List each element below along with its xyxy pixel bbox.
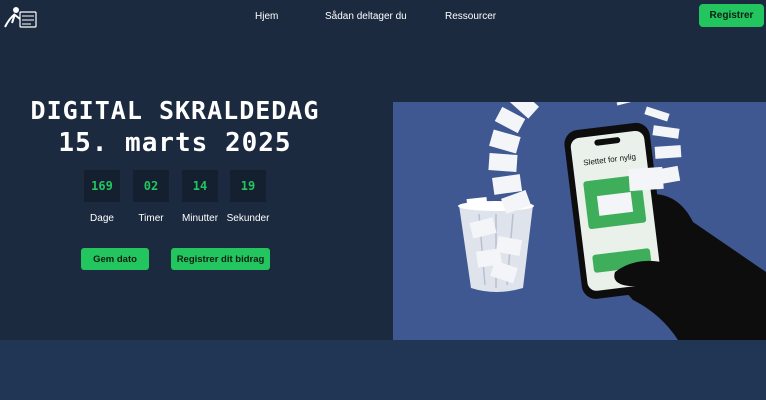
register-button[interactable]: Registrer bbox=[699, 4, 764, 27]
nav-ressourcer[interactable]: Ressourcer bbox=[445, 11, 496, 22]
countdown-days-value: 169 bbox=[84, 170, 120, 202]
countdown-seconds-label: Sekunder bbox=[226, 213, 270, 224]
countdown-minutes-value: 14 bbox=[182, 170, 218, 202]
trash-phone-illustration: Slettet for nylig bbox=[458, 102, 766, 340]
nav-hjem[interactable]: Hjem bbox=[255, 11, 278, 22]
countdown-seconds-value: 19 bbox=[230, 170, 266, 202]
hero-date: 15. marts 2025 bbox=[58, 128, 292, 158]
motion-lines bbox=[616, 102, 632, 106]
logo[interactable] bbox=[2, 3, 38, 30]
digital-cleanup-logo-icon bbox=[4, 7, 37, 28]
register-contribution-button[interactable]: Registrer dit bidrag bbox=[171, 248, 270, 270]
nav-saadan-deltager-du[interactable]: Sådan deltager du bbox=[325, 11, 407, 22]
save-date-button[interactable]: Gem dato bbox=[81, 248, 149, 270]
countdown-hours-value: 02 bbox=[133, 170, 169, 202]
trash-can-icon bbox=[458, 196, 534, 292]
hero-title: DIGITAL SKRALDEDAG bbox=[30, 96, 320, 125]
hero-illustration: Slettet for nylig bbox=[393, 102, 766, 340]
next-section-band bbox=[0, 340, 766, 400]
